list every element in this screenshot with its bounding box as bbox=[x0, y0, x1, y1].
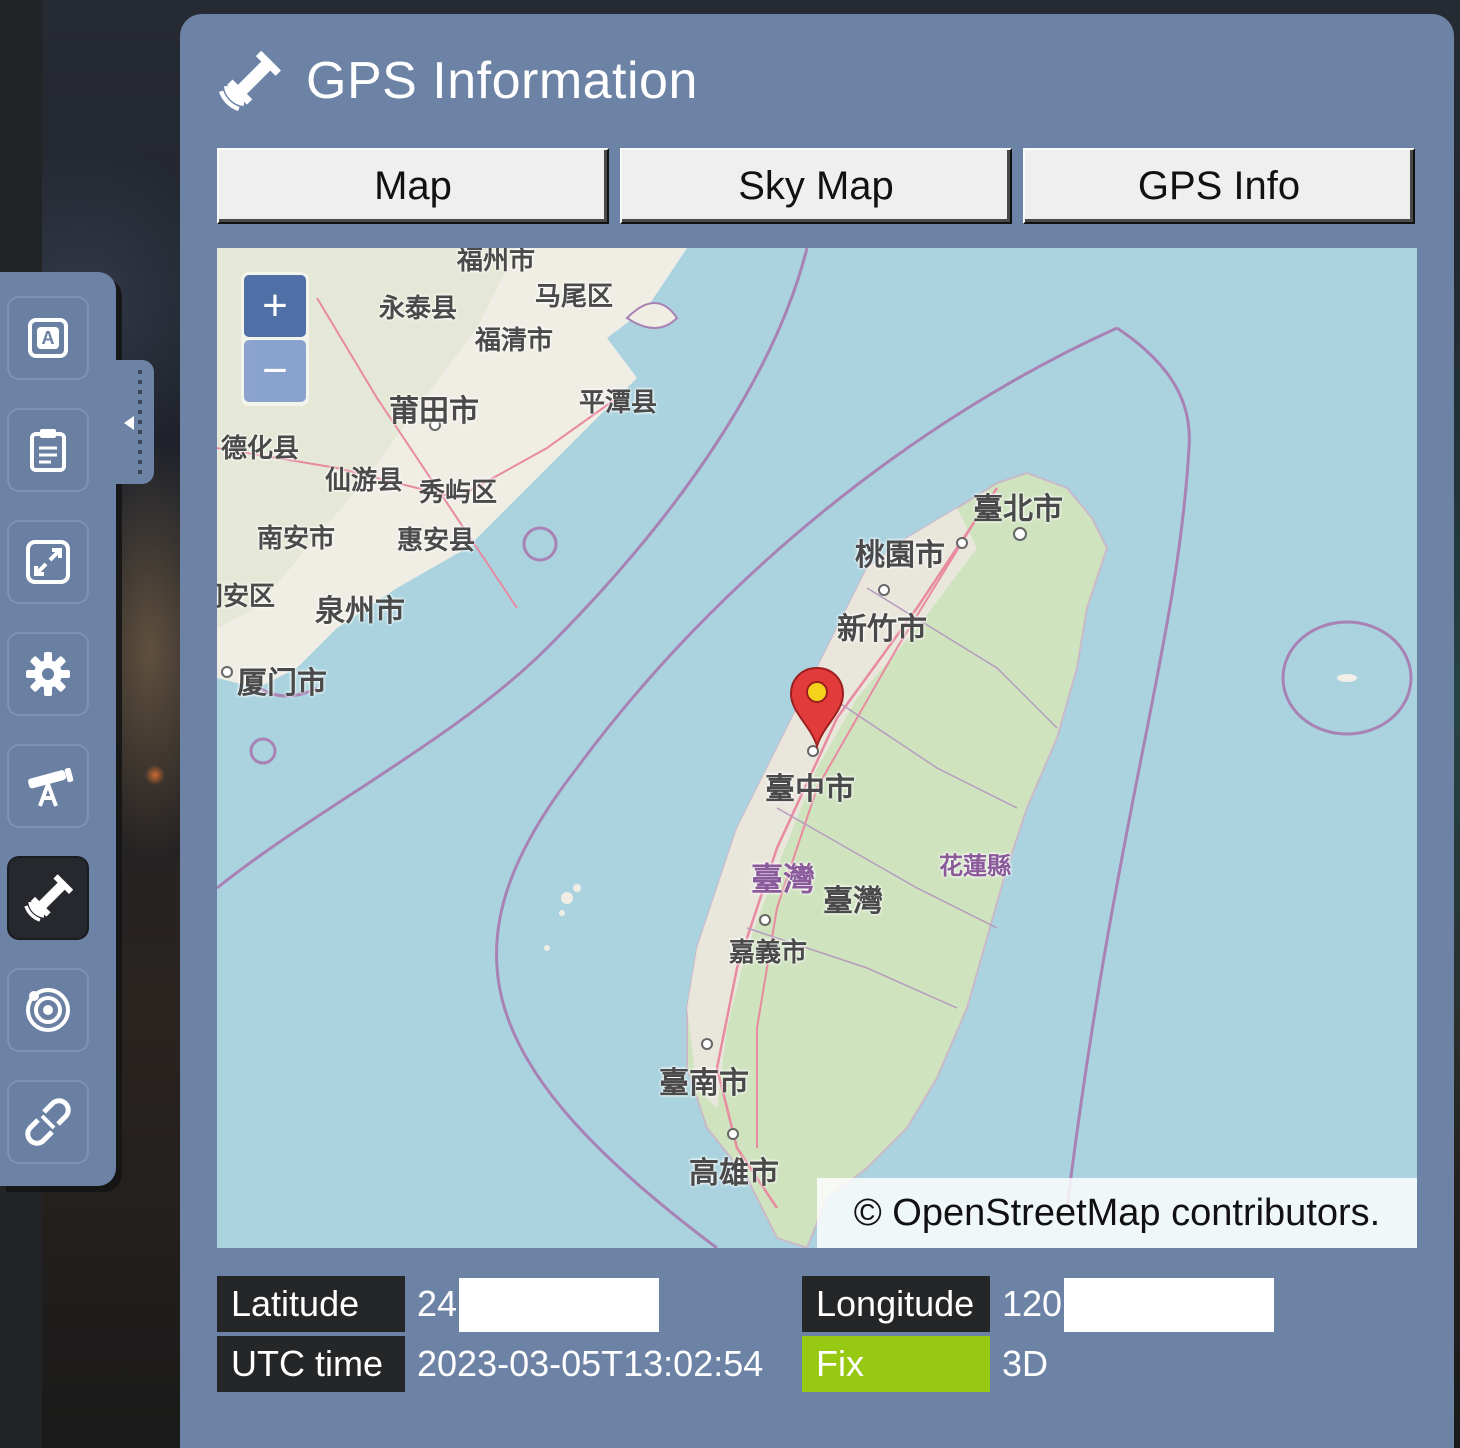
tab-sky-map[interactable]: Sky Map bbox=[620, 148, 1012, 224]
gps-info-table: Latitude 24 Longitude 120 UTC time 2023-… bbox=[217, 1276, 1417, 1396]
telescope-button[interactable] bbox=[7, 744, 89, 828]
map-label-tainan: 臺南市 bbox=[659, 1066, 749, 1101]
fix-label: Fix bbox=[802, 1336, 990, 1392]
longitude-value: 120 bbox=[1002, 1283, 1063, 1324]
map-label-fuqing: 福清市 bbox=[475, 326, 554, 356]
map-label-kaohsiung: 高雄市 bbox=[689, 1156, 779, 1191]
zoom-in-button[interactable]: + bbox=[244, 275, 306, 337]
toolbar-collapse-handle[interactable] bbox=[116, 360, 154, 484]
orbit-button[interactable] bbox=[7, 968, 89, 1052]
zoom-control: + − bbox=[241, 272, 309, 406]
utc-time-label: UTC time bbox=[217, 1336, 405, 1392]
map-label-tongan: 同安区 bbox=[217, 582, 276, 612]
map-label-chiayi: 嘉義市 bbox=[729, 938, 808, 968]
view-tabs: Map Sky Map GPS Info bbox=[217, 148, 1415, 224]
map-label-xiamen: 厦门市 bbox=[237, 666, 327, 701]
map-label-taiwan: 臺灣 bbox=[823, 884, 883, 919]
map-label-fuzhou: 福州市 bbox=[457, 248, 536, 276]
map-label-xianyou: 仙游县 bbox=[325, 466, 404, 496]
svg-text:A: A bbox=[42, 328, 55, 348]
map-label-hsinchu: 新竹市 bbox=[837, 612, 927, 647]
satellite-icon bbox=[218, 50, 282, 112]
tab-gps-info[interactable]: GPS Info bbox=[1023, 148, 1415, 224]
map-label-taichung: 臺中市 bbox=[765, 772, 855, 807]
map-pin-icon[interactable] bbox=[787, 666, 847, 750]
gps-panel: GPS Information Map Sky Map GPS Info 福州市… bbox=[180, 14, 1454, 1448]
fullscreen-icon bbox=[26, 540, 70, 584]
map-label-xiuyu: 秀屿区 bbox=[419, 478, 498, 508]
map-label-quanzhou: 泉州市 bbox=[315, 594, 405, 629]
grip-dots bbox=[138, 370, 142, 474]
map-view[interactable]: 福州市 马尾区 永泰县 福清市 莆田市 平潭县 德化县 仙游县 秀屿区 南安市 … bbox=[217, 248, 1417, 1248]
map-label-mawei: 马尾区 bbox=[535, 282, 614, 312]
zoom-out-button[interactable]: − bbox=[244, 340, 306, 402]
page-title: GPS Information bbox=[306, 52, 698, 110]
satellite-icon bbox=[24, 874, 74, 922]
map-label-huian: 惠安县 bbox=[397, 526, 476, 556]
orbit-icon bbox=[26, 988, 70, 1032]
map-label-taoyuan: 桃園市 bbox=[855, 538, 945, 573]
clipboard-button[interactable] bbox=[7, 408, 89, 492]
latitude-redaction bbox=[459, 1278, 659, 1332]
settings-button[interactable] bbox=[7, 632, 89, 716]
app-button[interactable]: A bbox=[7, 296, 89, 380]
panel-header: GPS Information bbox=[216, 46, 698, 116]
longitude-label: Longitude bbox=[802, 1276, 990, 1332]
gear-icon bbox=[26, 652, 70, 696]
tab-map[interactable]: Map bbox=[217, 148, 609, 224]
map-label-yongtai: 永泰县 bbox=[379, 294, 458, 324]
latitude-value: 24 bbox=[417, 1283, 458, 1324]
map-label-hualien: 花蓮縣 bbox=[939, 852, 1011, 880]
map-label-dehua: 德化县 bbox=[221, 434, 300, 464]
fullscreen-button[interactable] bbox=[7, 520, 89, 604]
map-label-taiwan-region: 臺灣 bbox=[751, 860, 816, 898]
gps-button[interactable] bbox=[7, 856, 89, 940]
longitude-redaction bbox=[1064, 1278, 1274, 1332]
side-toolbar: A bbox=[0, 272, 116, 1186]
collapse-arrow-icon bbox=[124, 416, 134, 430]
map-attribution[interactable]: © OpenStreetMap contributors. bbox=[817, 1178, 1417, 1248]
map-label-putian: 莆田市 bbox=[389, 394, 479, 429]
map-label-nanan: 南安市 bbox=[257, 524, 336, 554]
map-label-pingtan: 平潭县 bbox=[579, 388, 658, 418]
telescope-icon bbox=[28, 767, 74, 807]
utc-time-value: 2023-03-05T13:02:54 bbox=[417, 1343, 764, 1384]
disconnect-icon bbox=[25, 1098, 71, 1146]
latitude-label: Latitude bbox=[217, 1276, 405, 1332]
fix-value: 3D bbox=[1002, 1343, 1049, 1384]
map-label-taipei: 臺北市 bbox=[973, 492, 1063, 527]
clipboard-icon bbox=[30, 429, 66, 472]
app-icon: A bbox=[28, 318, 68, 358]
disconnect-button[interactable] bbox=[7, 1080, 89, 1164]
